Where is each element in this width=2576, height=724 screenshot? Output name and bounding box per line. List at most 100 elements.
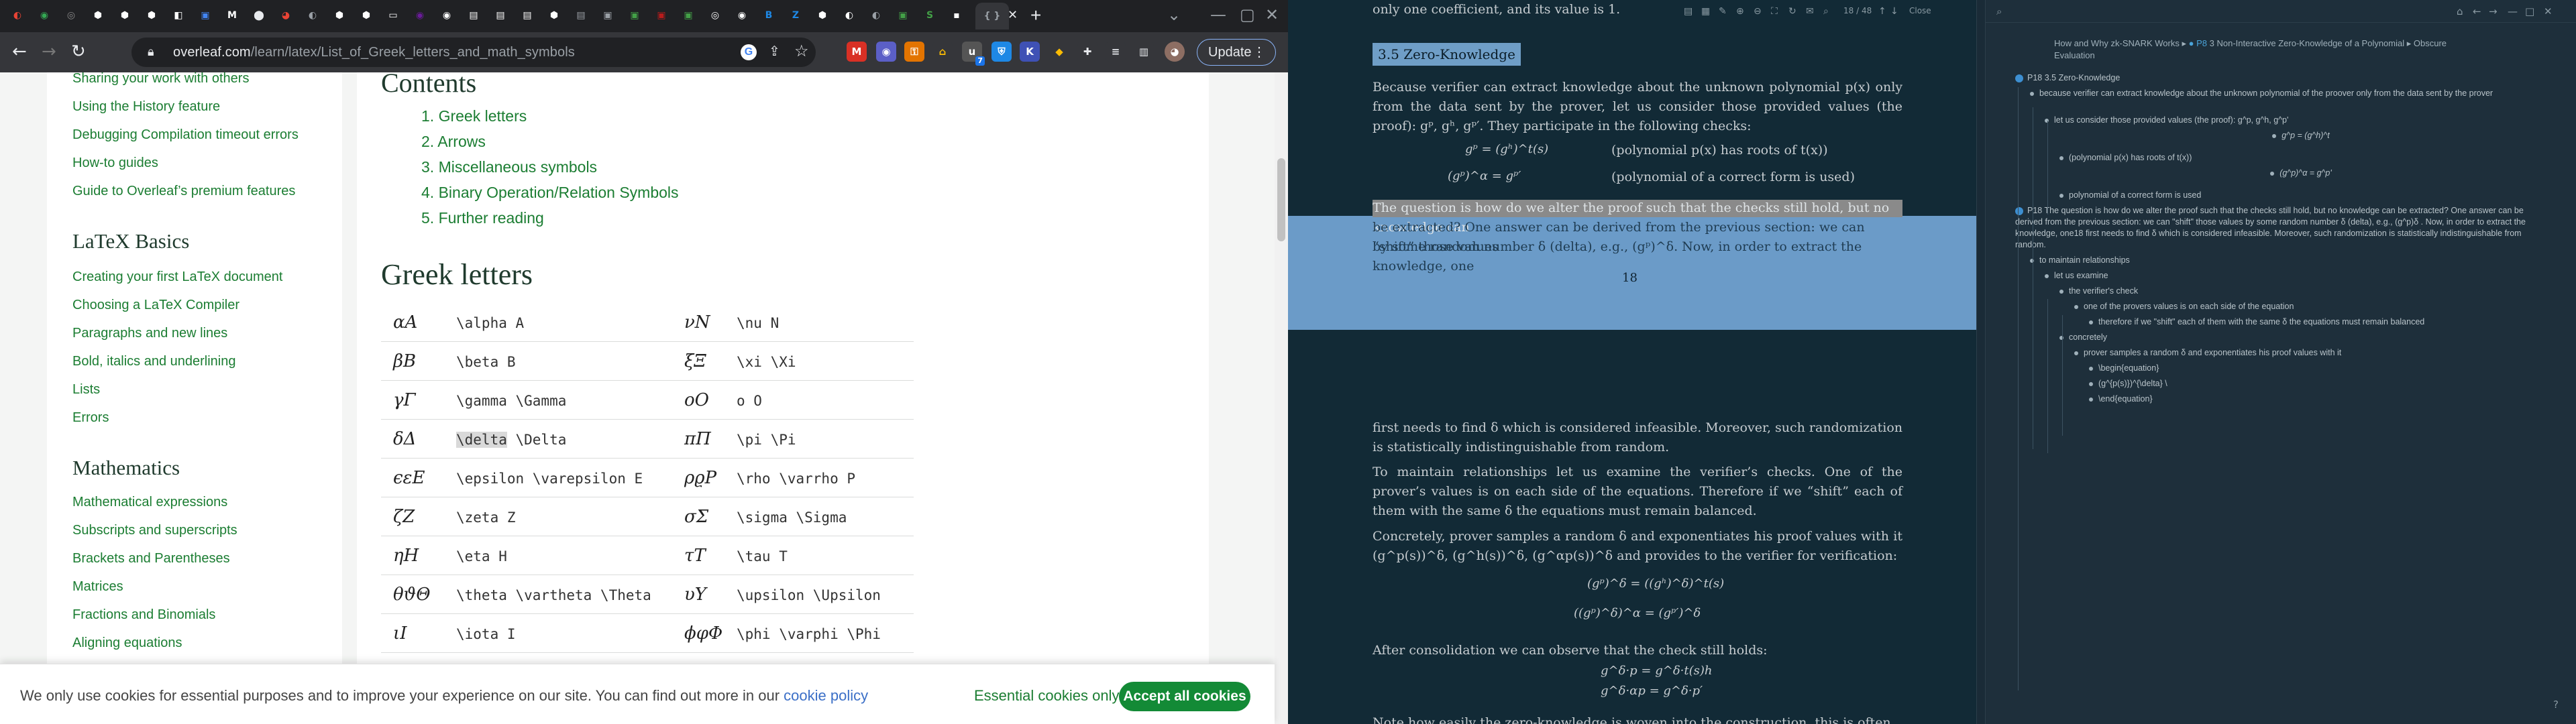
scrollbar-thumb[interactable]: [1277, 158, 1285, 241]
browser-tab-18-favicon-icon[interactable]: ▤: [466, 7, 482, 23]
toc-link[interactable]: 5. Further reading: [421, 209, 544, 227]
latex-command[interactable]: \pi \Pi: [737, 432, 796, 448]
sidebar-link[interactable]: Mathematical expressions: [72, 495, 227, 510]
browser-tab-15-favicon-icon[interactable]: ▭: [385, 7, 401, 23]
sidebar-link[interactable]: Guide to Overleaf’s premium features: [72, 184, 295, 199]
browser-tab-17-favicon-icon[interactable]: ◉: [439, 7, 455, 23]
sidebar-link[interactable]: Sharing your work with others: [72, 72, 249, 86]
browser-tab-29-favicon-icon[interactable]: B: [761, 7, 777, 23]
sidebar-link[interactable]: Aligning equations: [72, 636, 182, 651]
outline-item-text[interactable]: let us examine: [2054, 271, 2108, 280]
sidebar-link[interactable]: Bold, italics and underlining: [72, 354, 236, 369]
browser-tab-14-favicon-icon[interactable]: ⬢: [358, 7, 374, 23]
browser-tab-19-favicon-icon[interactable]: ▤: [492, 7, 508, 23]
outline-item-text[interactable]: P18 3.5 Zero-Knowledge: [2027, 73, 2120, 82]
notes-minimize-icon[interactable]: —: [2508, 5, 2518, 17]
browser-tab-33-favicon-icon[interactable]: ◐: [868, 7, 884, 23]
browser-tab-34-favicon-icon[interactable]: ▣: [895, 7, 911, 23]
browser-tab-22-favicon-icon[interactable]: ▤: [573, 7, 589, 23]
browser-tab-8-favicon-icon[interactable]: ▣: [197, 7, 213, 23]
outline-item-text[interactable]: polynomial of a correct form is used: [2069, 190, 2201, 200]
outline-item-text[interactable]: g^p = (g^h)^t: [2282, 131, 2329, 140]
notes-close-icon[interactable]: ✕: [2544, 5, 2553, 17]
notes-scrollbar[interactable]: [2567, 27, 2573, 684]
search-pdf-icon[interactable]: ⌕: [1823, 6, 1829, 17]
breadcrumb-chapter[interactable]: 3 Non-Interactive Zero-Knowledge of a Po…: [2210, 38, 2404, 48]
rotate-icon[interactable]: ↻: [1788, 6, 1796, 17]
sidebar-link[interactable]: Matrices: [72, 579, 123, 595]
browser-tab-16-favicon-icon[interactable]: ◉: [412, 7, 428, 23]
browser-tab-7-favicon-icon[interactable]: ◧: [170, 7, 186, 23]
outline-item-text[interactable]: (g^p)^α = g^p': [2279, 168, 2332, 178]
side-panel-icon[interactable]: ▥: [1134, 42, 1154, 62]
forward-icon[interactable]: →: [42, 42, 56, 62]
lock-icon[interactable]: 🔒︎: [148, 45, 154, 59]
outline-item-text[interactable]: (g^{p(s)})^{\delta} \: [2098, 379, 2167, 388]
latex-command[interactable]: o O: [737, 393, 762, 409]
browser-tab-20-favicon-icon[interactable]: ▤: [519, 7, 535, 23]
comment-icon[interactable]: ✉: [1806, 6, 1814, 17]
address-bar[interactable]: 🔒︎ overleaf.com/learn/latex/List_of_Gree…: [131, 38, 816, 67]
latex-command[interactable]: \sigma \Sigma: [737, 509, 847, 526]
extension-fox-icon[interactable]: ◆: [1049, 42, 1069, 62]
outline-item-text[interactable]: one of the provers values is on each sid…: [2084, 302, 2294, 311]
accept-all-cookies-button[interactable]: Accept all cookies: [1119, 682, 1250, 711]
outline-item[interactable]: because verifier can extract knowledge a…: [2030, 88, 2542, 99]
outline-item-text[interactable]: concretely: [2069, 333, 2107, 342]
outline-item-text[interactable]: because verifier can extract knowledge a…: [2039, 88, 2493, 98]
tab-close-icon[interactable]: ✕: [1008, 8, 1018, 22]
browser-tab-25-favicon-icon[interactable]: ▣: [653, 7, 669, 23]
toc-link[interactable]: 4. Binary Operation/Relation Symbols: [421, 184, 679, 202]
browser-tab-3-favicon-icon[interactable]: ◎: [63, 7, 79, 23]
profile-avatar[interactable]: ◕: [1165, 42, 1185, 62]
sidebar-link[interactable]: Errors: [72, 410, 109, 426]
page-indicator[interactable]: 18 / 48: [1843, 6, 1872, 15]
browser-tab-36-favicon-icon[interactable]: ▪: [949, 7, 965, 23]
outline-item-text[interactable]: prover samples a random δ and exponentia…: [2084, 348, 2341, 357]
bookmark-star-icon[interactable]: ☆: [794, 42, 809, 61]
browser-tab-13-favicon-icon[interactable]: ⬢: [331, 7, 347, 23]
notes-maximize-icon[interactable]: □: [2525, 5, 2534, 17]
outline-item-text[interactable]: \end{equation}: [2098, 394, 2153, 404]
toc-link[interactable]: 1. Greek letters: [421, 107, 527, 125]
breadcrumb-doc-title[interactable]: How and Why zk-SNARK Works: [2054, 38, 2180, 48]
outline-item-text[interactable]: let us consider those provided values (t…: [2054, 115, 2288, 125]
extensions-puzzle-icon[interactable]: ✚: [1077, 42, 1097, 62]
outline-item[interactable]: (g^{p(s)})^{\delta} \: [2089, 378, 2542, 389]
outline-item[interactable]: to maintain relationships: [2030, 255, 2542, 266]
browser-tab-11-favicon-icon[interactable]: ◕: [278, 7, 294, 23]
update-button[interactable]: Update ⋮: [1197, 39, 1276, 66]
latex-command[interactable]: \xi \Xi: [737, 354, 796, 370]
browser-tab-28-favicon-icon[interactable]: ◉: [734, 7, 750, 23]
extension-home-icon[interactable]: ⌂: [932, 42, 953, 62]
outline-item-text[interactable]: (polynomial p(x) has roots of t(x)): [2069, 153, 2192, 162]
latex-command-highlighted[interactable]: \delta: [456, 432, 507, 448]
window-restore-icon[interactable]: ▢: [1240, 5, 1255, 24]
latex-command[interactable]: \alpha A: [456, 315, 524, 331]
latex-command[interactable]: \zeta Z: [456, 509, 516, 526]
url-text[interactable]: overleaf.com/learn/latex/List_of_Greek_l…: [173, 45, 575, 60]
pdf-selected-line-3[interactable]: by some random number δ (delta), e.g., (…: [1373, 237, 1902, 276]
close-pdf-button[interactable]: Close: [1909, 6, 1931, 15]
outline-item[interactable]: g^p = (g^h)^t: [2059, 130, 2542, 141]
browser-tab-26-favicon-icon[interactable]: ▣: [680, 7, 696, 23]
latex-command[interactable]: \beta B: [456, 354, 516, 370]
outline-item[interactable]: \begin{equation}: [2089, 363, 2542, 374]
outline-item-text[interactable]: \begin{equation}: [2098, 363, 2159, 373]
browser-tab-24-favicon-icon[interactable]: ▣: [627, 7, 643, 23]
breadcrumb-page[interactable]: P8: [2196, 38, 2207, 48]
browser-tab-30-favicon-icon[interactable]: Z: [788, 7, 804, 23]
notes-home-icon[interactable]: ⌂: [2457, 5, 2463, 17]
toc-link[interactable]: 2. Arrows: [421, 133, 486, 151]
outline-item[interactable]: prover samples a random δ and exponentia…: [2074, 347, 2542, 359]
browser-tab-23-favicon-icon[interactable]: ▣: [600, 7, 616, 23]
outline-item[interactable]: polynomial of a correct form is used: [2059, 190, 2542, 201]
extension-badge-icon[interactable]: u7: [962, 42, 985, 66]
essential-cookies-button[interactable]: Essential cookies only: [974, 687, 1119, 705]
sidebar-link[interactable]: Using the History feature: [72, 99, 220, 115]
tab-search-chevron-icon[interactable]: ⌄: [1167, 5, 1181, 24]
browser-tab-2-favicon-icon[interactable]: ◉: [36, 7, 52, 23]
browser-tab-5-favicon-icon[interactable]: ⬢: [117, 7, 133, 23]
notes-search-icon[interactable]: ⌕: [1996, 5, 2002, 17]
extension-shield-icon[interactable]: ⛨: [991, 42, 1012, 62]
